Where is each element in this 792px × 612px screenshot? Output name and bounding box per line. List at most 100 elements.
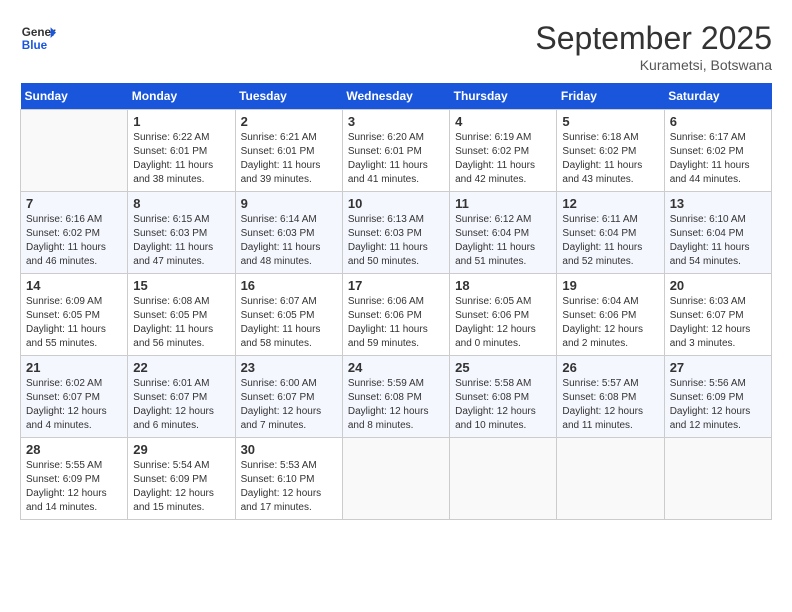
day-info: Sunrise: 5:58 AM Sunset: 6:08 PM Dayligh… — [455, 377, 551, 433]
day-info: Sunrise: 6:17 AM Sunset: 6:02 PM Dayligh… — [670, 131, 766, 187]
calendar-cell: 24 Sunrise: 5:59 AM Sunset: 6:08 PM Dayli… — [342, 356, 449, 438]
calendar-cell: 23 Sunrise: 6:00 AM Sunset: 6:07 PM Dayli… — [235, 356, 342, 438]
calendar-cell: 11 Sunrise: 6:12 AM Sunset: 6:04 PM Dayli… — [450, 192, 557, 274]
calendar-cell: 3Sunrise: 6:20 AM Sunset: 6:01 PM Daylig… — [342, 110, 449, 192]
day-info: Sunrise: 6:09 AM Sunset: 6:05 PM Dayligh… — [26, 295, 122, 351]
calendar-cell: 9Sunrise: 6:14 AM Sunset: 6:03 PM Daylig… — [235, 192, 342, 274]
calendar-cell: 28 Sunrise: 5:55 AM Sunset: 6:09 PM Dayli… — [21, 438, 128, 520]
day-number: 17 — [348, 278, 444, 293]
day-info: Sunrise: 6:18 AM Sunset: 6:02 PM Dayligh… — [562, 131, 658, 187]
calendar-cell — [342, 438, 449, 520]
day-info: Sunrise: 6:07 AM Sunset: 6:05 PM Dayligh… — [241, 295, 337, 351]
day-info: Sunrise: 5:59 AM Sunset: 6:08 PM Dayligh… — [348, 377, 444, 433]
title-block: September 2025 Kurametsi, Botswana — [535, 20, 772, 73]
day-number: 18 — [455, 278, 551, 293]
day-number: 29 — [133, 442, 229, 457]
day-info: Sunrise: 6:10 AM Sunset: 6:04 PM Dayligh… — [670, 213, 766, 269]
day-number: 1 — [133, 114, 229, 129]
calendar-cell — [21, 110, 128, 192]
calendar-cell: 17 Sunrise: 6:06 AM Sunset: 6:06 PM Dayli… — [342, 274, 449, 356]
day-info: Sunrise: 6:11 AM Sunset: 6:04 PM Dayligh… — [562, 213, 658, 269]
day-info: Sunrise: 6:16 AM Sunset: 6:02 PM Dayligh… — [26, 213, 122, 269]
day-info: Sunrise: 6:00 AM Sunset: 6:07 PM Dayligh… — [241, 377, 337, 433]
day-number: 24 — [348, 360, 444, 375]
day-number: 30 — [241, 442, 337, 457]
calendar-cell: 29 Sunrise: 5:54 AM Sunset: 6:09 PM Dayli… — [128, 438, 235, 520]
day-number: 25 — [455, 360, 551, 375]
calendar-table: SundayMondayTuesdayWednesdayThursdayFrid… — [20, 83, 772, 520]
day-info: Sunrise: 5:54 AM Sunset: 6:09 PM Dayligh… — [133, 459, 229, 515]
day-number: 6 — [670, 114, 766, 129]
calendar-cell: 7 Sunrise: 6:16 AM Sunset: 6:02 PM Daylig… — [21, 192, 128, 274]
logo: General Blue — [20, 20, 56, 56]
calendar-cell — [664, 438, 771, 520]
day-number: 22 — [133, 360, 229, 375]
day-info: Sunrise: 6:01 AM Sunset: 6:07 PM Dayligh… — [133, 377, 229, 433]
calendar-header-row: SundayMondayTuesdayWednesdayThursdayFrid… — [21, 83, 772, 110]
day-number: 8 — [133, 196, 229, 211]
calendar-cell: 1 Sunrise: 6:22 AM Sunset: 6:01 PM Daylig… — [128, 110, 235, 192]
day-info: Sunrise: 6:12 AM Sunset: 6:04 PM Dayligh… — [455, 213, 551, 269]
calendar-cell: 22 Sunrise: 6:01 AM Sunset: 6:07 PM Dayli… — [128, 356, 235, 438]
calendar-week-3: 14Sunrise: 6:09 AM Sunset: 6:05 PM Dayli… — [21, 274, 772, 356]
calendar-cell: 27 Sunrise: 5:56 AM Sunset: 6:09 PM Dayli… — [664, 356, 771, 438]
day-info: Sunrise: 6:19 AM Sunset: 6:02 PM Dayligh… — [455, 131, 551, 187]
day-number: 20 — [670, 278, 766, 293]
day-info: Sunrise: 6:08 AM Sunset: 6:05 PM Dayligh… — [133, 295, 229, 351]
day-number: 26 — [562, 360, 658, 375]
day-info: Sunrise: 5:55 AM Sunset: 6:09 PM Dayligh… — [26, 459, 122, 515]
calendar-cell: 15 Sunrise: 6:08 AM Sunset: 6:05 PM Dayli… — [128, 274, 235, 356]
day-number: 3 — [348, 114, 444, 129]
day-info: Sunrise: 6:02 AM Sunset: 6:07 PM Dayligh… — [26, 377, 122, 433]
day-info: Sunrise: 6:06 AM Sunset: 6:06 PM Dayligh… — [348, 295, 444, 351]
day-info: Sunrise: 6:14 AM Sunset: 6:03 PM Dayligh… — [241, 213, 337, 269]
day-info: Sunrise: 6:22 AM Sunset: 6:01 PM Dayligh… — [133, 131, 229, 187]
calendar-cell: 4Sunrise: 6:19 AM Sunset: 6:02 PM Daylig… — [450, 110, 557, 192]
day-info: Sunrise: 6:05 AM Sunset: 6:06 PM Dayligh… — [455, 295, 551, 351]
calendar-cell: 2Sunrise: 6:21 AM Sunset: 6:01 PM Daylig… — [235, 110, 342, 192]
calendar-cell: 12Sunrise: 6:11 AM Sunset: 6:04 PM Dayli… — [557, 192, 664, 274]
col-header-saturday: Saturday — [664, 83, 771, 110]
calendar-cell: 19 Sunrise: 6:04 AM Sunset: 6:06 PM Dayli… — [557, 274, 664, 356]
svg-text:Blue: Blue — [22, 39, 48, 52]
location: Kurametsi, Botswana — [535, 57, 772, 73]
day-number: 21 — [26, 360, 122, 375]
day-info: Sunrise: 6:03 AM Sunset: 6:07 PM Dayligh… — [670, 295, 766, 351]
day-info: Sunrise: 6:04 AM Sunset: 6:06 PM Dayligh… — [562, 295, 658, 351]
day-info: Sunrise: 5:56 AM Sunset: 6:09 PM Dayligh… — [670, 377, 766, 433]
calendar-cell: 16 Sunrise: 6:07 AM Sunset: 6:05 PM Dayli… — [235, 274, 342, 356]
day-number: 7 — [26, 196, 122, 211]
calendar-cell: 25 Sunrise: 5:58 AM Sunset: 6:08 PM Dayli… — [450, 356, 557, 438]
calendar-cell: 18 Sunrise: 6:05 AM Sunset: 6:06 PM Dayli… — [450, 274, 557, 356]
col-header-monday: Monday — [128, 83, 235, 110]
day-number: 23 — [241, 360, 337, 375]
calendar-week-1: 1 Sunrise: 6:22 AM Sunset: 6:01 PM Daylig… — [21, 110, 772, 192]
day-number: 27 — [670, 360, 766, 375]
day-number: 16 — [241, 278, 337, 293]
day-number: 13 — [670, 196, 766, 211]
day-number: 5 — [562, 114, 658, 129]
day-number: 15 — [133, 278, 229, 293]
month-title: September 2025 — [535, 20, 772, 57]
calendar-cell: 30 Sunrise: 5:53 AM Sunset: 6:10 PM Dayli… — [235, 438, 342, 520]
day-info: Sunrise: 6:15 AM Sunset: 6:03 PM Dayligh… — [133, 213, 229, 269]
day-number: 10 — [348, 196, 444, 211]
page-header: General Blue September 2025 Kurametsi, B… — [20, 20, 772, 73]
day-info: Sunrise: 5:53 AM Sunset: 6:10 PM Dayligh… — [241, 459, 337, 515]
calendar-body: 1 Sunrise: 6:22 AM Sunset: 6:01 PM Daylig… — [21, 110, 772, 520]
day-info: Sunrise: 5:57 AM Sunset: 6:08 PM Dayligh… — [562, 377, 658, 433]
calendar-cell — [557, 438, 664, 520]
calendar-cell: 5 Sunrise: 6:18 AM Sunset: 6:02 PM Daylig… — [557, 110, 664, 192]
calendar-cell: 21 Sunrise: 6:02 AM Sunset: 6:07 PM Dayli… — [21, 356, 128, 438]
calendar-cell: 14Sunrise: 6:09 AM Sunset: 6:05 PM Dayli… — [21, 274, 128, 356]
calendar-cell: 20 Sunrise: 6:03 AM Sunset: 6:07 PM Dayli… — [664, 274, 771, 356]
calendar-week-4: 21 Sunrise: 6:02 AM Sunset: 6:07 PM Dayli… — [21, 356, 772, 438]
day-number: 19 — [562, 278, 658, 293]
day-info: Sunrise: 6:13 AM Sunset: 6:03 PM Dayligh… — [348, 213, 444, 269]
calendar-cell — [450, 438, 557, 520]
col-header-thursday: Thursday — [450, 83, 557, 110]
logo-icon: General Blue — [20, 20, 56, 56]
day-number: 11 — [455, 196, 551, 211]
day-number: 28 — [26, 442, 122, 457]
col-header-sunday: Sunday — [21, 83, 128, 110]
